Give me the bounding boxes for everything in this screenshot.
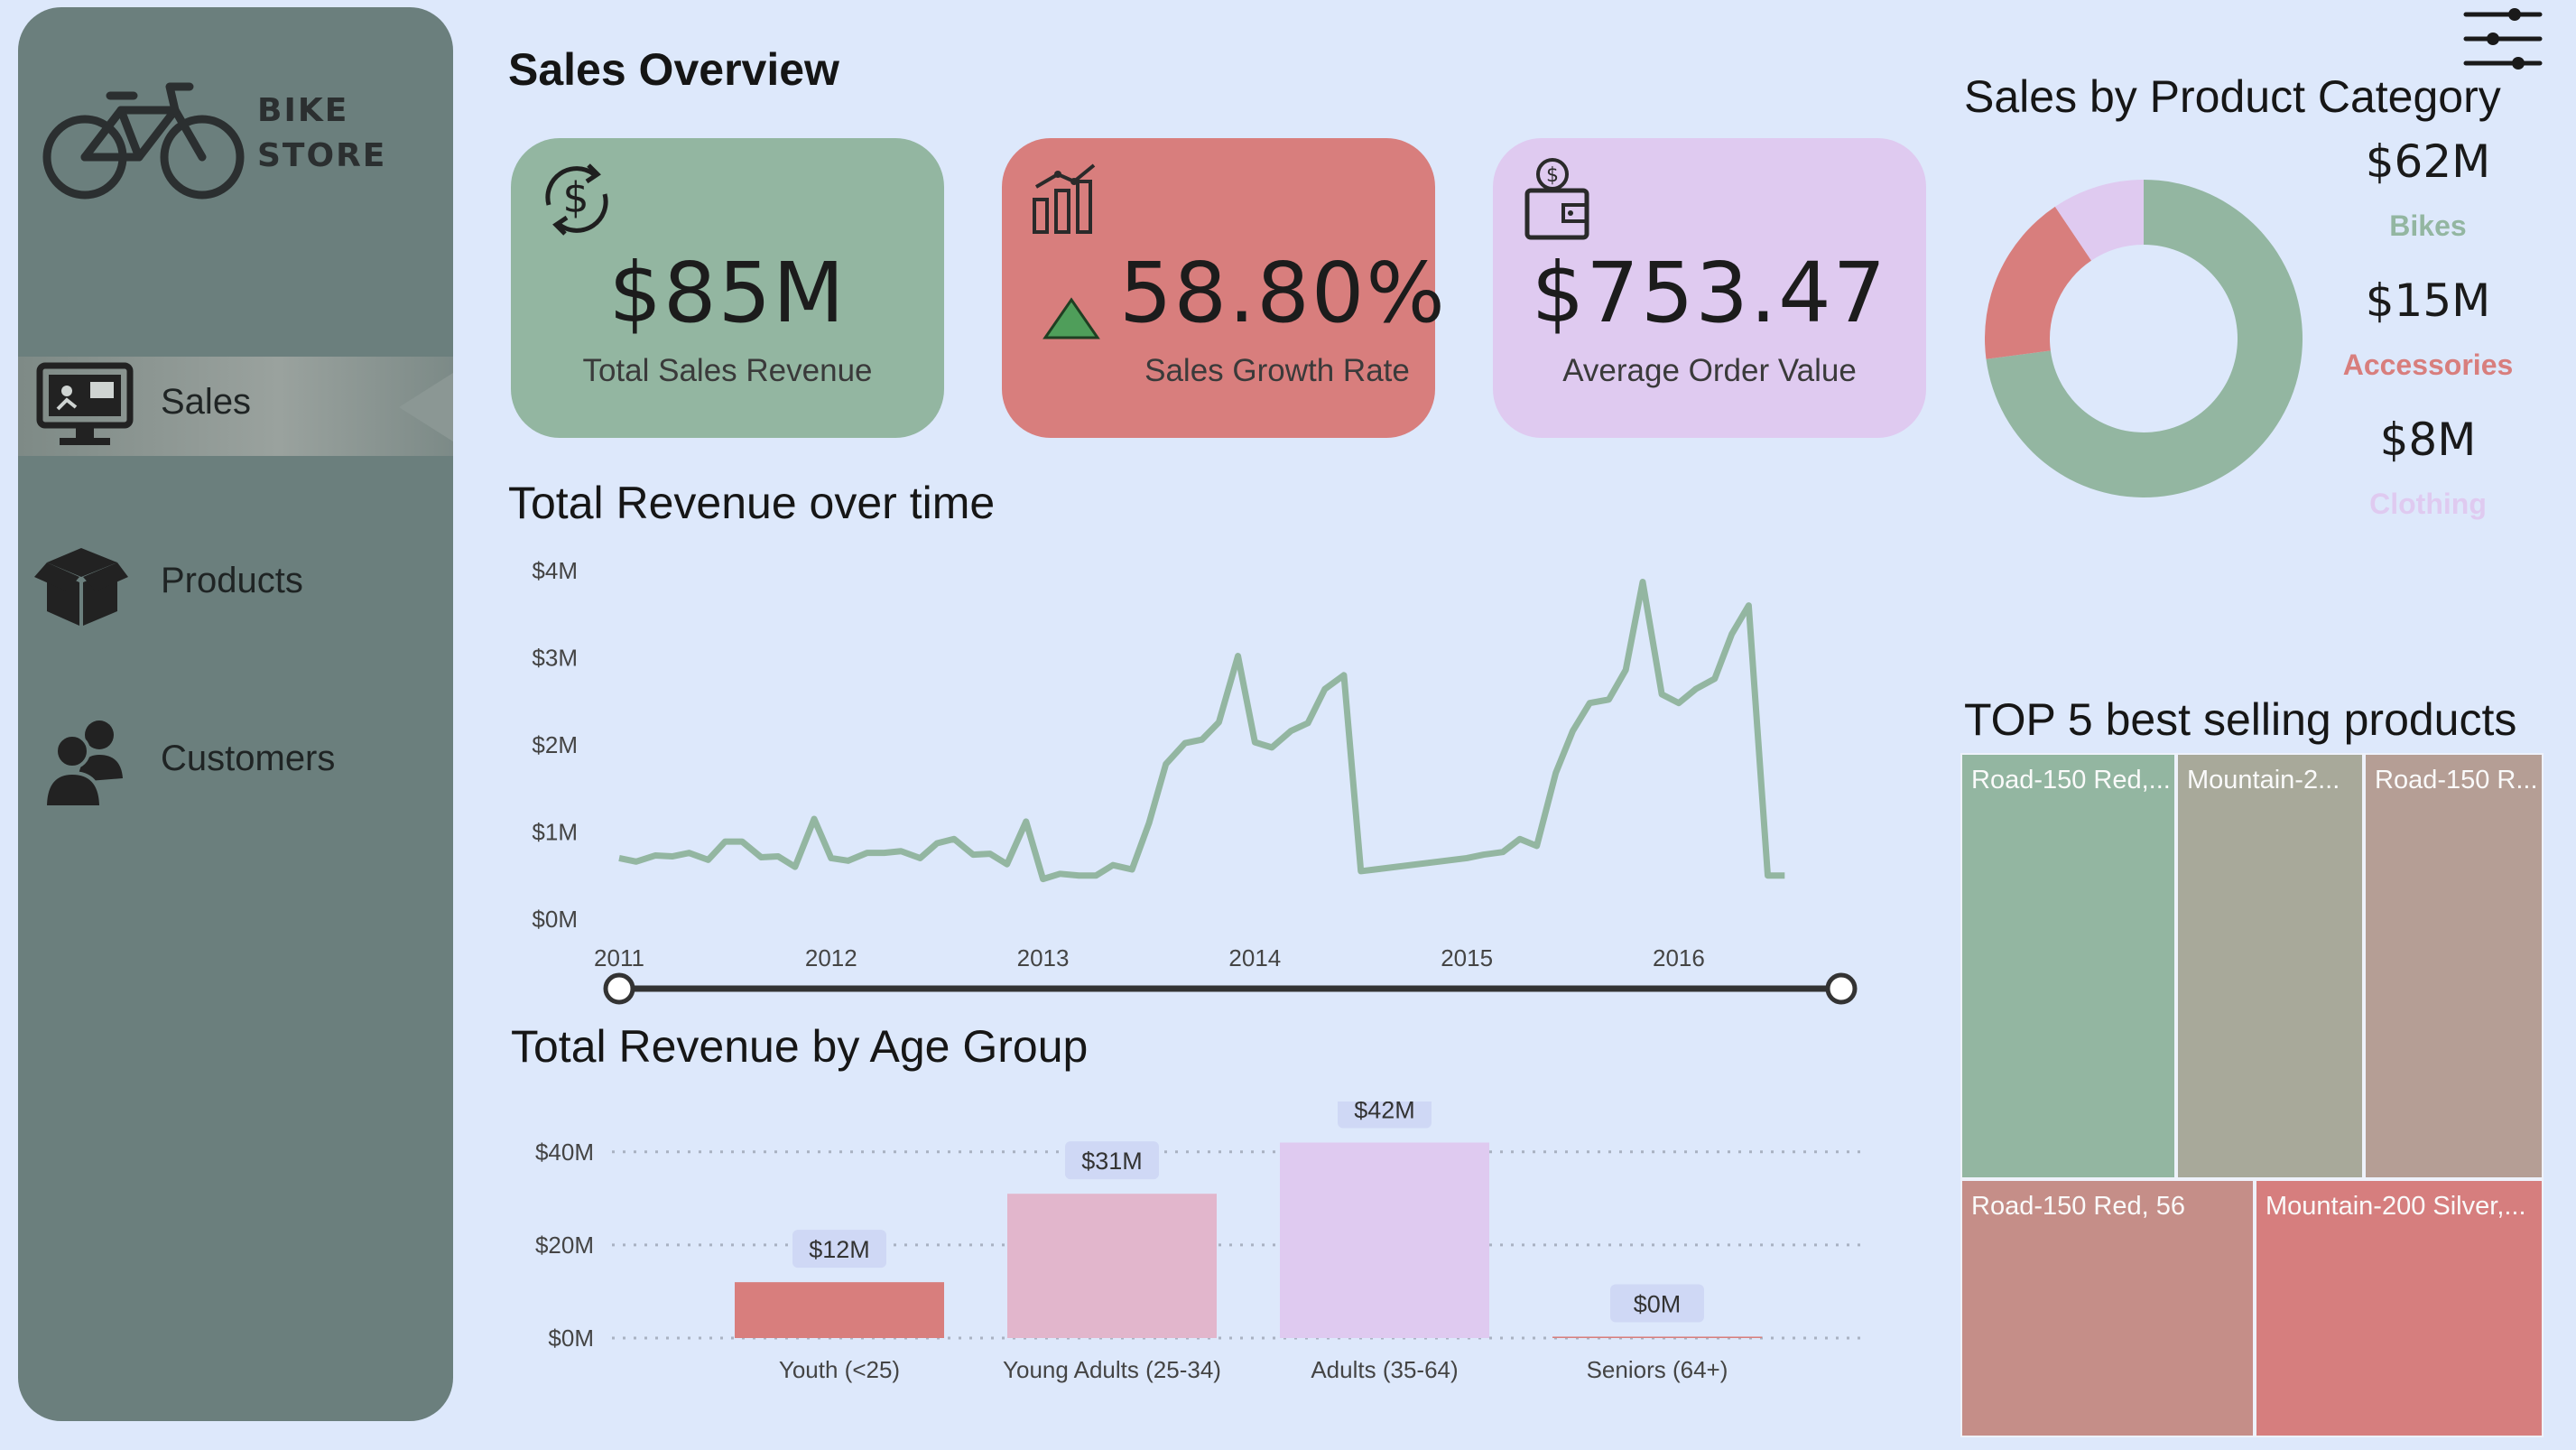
line-chart-title: Total Revenue over time (508, 478, 996, 528)
page-title: Sales Overview (508, 44, 839, 95)
svg-text:$: $ (1546, 164, 1559, 187)
triangle-up-icon (1042, 296, 1101, 345)
treemap-cell-label: Mountain-2... (2187, 766, 2340, 795)
kpi-value-average-order: $753.47 (1531, 245, 1888, 341)
nav-label-customers: Customers (161, 739, 336, 778)
kpi-label-average-order: Average Order Value (1562, 353, 1857, 388)
nav-item-customers[interactable]: Customers (18, 713, 453, 813)
nav-item-products[interactable]: Products (18, 535, 453, 635)
treemap-cell[interactable]: Mountain-2... (2176, 753, 2364, 1179)
svg-text:$: $ (562, 173, 588, 222)
monitor-chart-icon (27, 357, 135, 456)
y-tick-label: $0M (532, 906, 578, 933)
treemap-cell[interactable]: Road-150 Red,... (1960, 753, 2176, 1179)
brand-line-1: BIKE (257, 92, 349, 129)
kpi-card-average-order[interactable]: $ $753.47 Average Order Value (1493, 138, 1926, 438)
category-donut-chart[interactable] (1977, 172, 2311, 506)
treemap-cell-label: Road-150 Red, 56 (1971, 1192, 2185, 1221)
bar-chart-title: Total Revenue by Age Group (511, 1021, 1089, 1072)
y-tick-label: $1M (532, 819, 578, 846)
data-label: $31M (1081, 1148, 1143, 1175)
bar-chart-icon (1022, 154, 1112, 245)
x-tick-label: 2013 (1017, 944, 1070, 971)
kpi-value-growth-rate: 58.80% (1119, 245, 1447, 341)
revenue-line-chart[interactable]: $0M $1M $2M $3M $4M 2011 2012 2013 2014 2015 2016 (505, 542, 1859, 1029)
bar (1552, 1336, 1762, 1338)
bar (1280, 1142, 1489, 1338)
donut-category: Bikes (2389, 209, 2467, 242)
bar (735, 1282, 944, 1338)
category-label: Young Adults (25-34) (1003, 1356, 1221, 1383)
treemap-title: TOP 5 best selling products (1964, 694, 2517, 745)
donut-category: Accessories (2342, 349, 2514, 381)
data-label: $12M (809, 1236, 870, 1263)
wallet-icon: $ (1513, 154, 1603, 245)
brand-name: BIKE STORE (257, 88, 456, 179)
y-tick-label: $0M (548, 1325, 594, 1352)
nav-label-sales: Sales (161, 382, 252, 422)
bar (1007, 1194, 1217, 1338)
kpi-card-total-sales[interactable]: $ $85M Total Sales Revenue (511, 138, 944, 438)
y-tick-label: $40M (535, 1139, 594, 1166)
treemap-cell[interactable]: Mountain-200 Silver,... (2255, 1179, 2544, 1437)
data-label: $42M (1354, 1101, 1415, 1123)
kpi-value-total-sales: $85M (608, 245, 847, 341)
kpi-label-growth-rate: Sales Growth Rate (1144, 353, 1410, 388)
y-tick-label: $3M (532, 645, 578, 672)
donut-legend: $62M Bikes $15M Accessories $8M Clothing (2338, 135, 2518, 533)
donut-value: $15M (2365, 274, 2491, 327)
revenue-series-line (618, 579, 1785, 883)
x-tick-label: 2011 (594, 944, 644, 971)
y-tick-label: $2M (532, 731, 578, 758)
donut-chart-title: Sales by Product Category (1964, 71, 2501, 122)
nav-item-sales[interactable]: Sales (18, 357, 453, 456)
top-products-treemap[interactable]: Road-150 Red,... Mountain-2... Road-150 … (1960, 753, 2544, 1437)
age-group-bar-chart[interactable]: $0M $20M $40M Youth (<25) $12M Young Adults (… (505, 1101, 1877, 1390)
donut-category: Clothing (2369, 488, 2487, 520)
treemap-cell[interactable]: Road-150 Red, 56 (1960, 1179, 2255, 1437)
x-tick-label: 2012 (805, 944, 857, 971)
users-icon (27, 713, 135, 813)
treemap-cell-label: Road-150 Red,... (1971, 766, 2171, 795)
range-slider-handle-end[interactable] (1825, 972, 1858, 1005)
y-tick-label: $20M (535, 1232, 594, 1259)
category-label: Adults (35-64) (1311, 1356, 1458, 1383)
y-tick-label: $4M (532, 557, 578, 584)
box-icon (27, 535, 135, 635)
treemap-cell-label: Road-150 R... (2375, 766, 2538, 795)
x-tick-label: 2014 (1228, 944, 1281, 971)
dollar-refresh-icon: $ (531, 154, 621, 245)
range-slider-handle-start[interactable] (603, 972, 635, 1005)
sliders-icon[interactable] (2462, 5, 2544, 72)
x-tick-label: 2016 (1653, 944, 1705, 971)
nav-label-products: Products (161, 561, 303, 600)
donut-value: $8M (2379, 414, 2477, 466)
donut-value: $62M (2365, 135, 2491, 188)
treemap-cell-label: Mountain-200 Silver,... (2266, 1192, 2526, 1221)
kpi-card-growth-rate[interactable]: 58.80% Sales Growth Rate (1002, 138, 1447, 438)
data-label: $0M (1634, 1290, 1682, 1317)
treemap-cell[interactable]: Road-150 R... (2364, 753, 2544, 1179)
kpi-label-total-sales: Total Sales Revenue (582, 353, 873, 388)
category-label: Seniors (64+) (1587, 1356, 1728, 1383)
active-indicator (399, 373, 453, 442)
brand-line-2: STORE (257, 137, 387, 174)
category-label: Youth (<25) (779, 1356, 900, 1383)
x-tick-label: 2015 (1441, 944, 1493, 971)
bike-logo-icon (40, 74, 247, 200)
